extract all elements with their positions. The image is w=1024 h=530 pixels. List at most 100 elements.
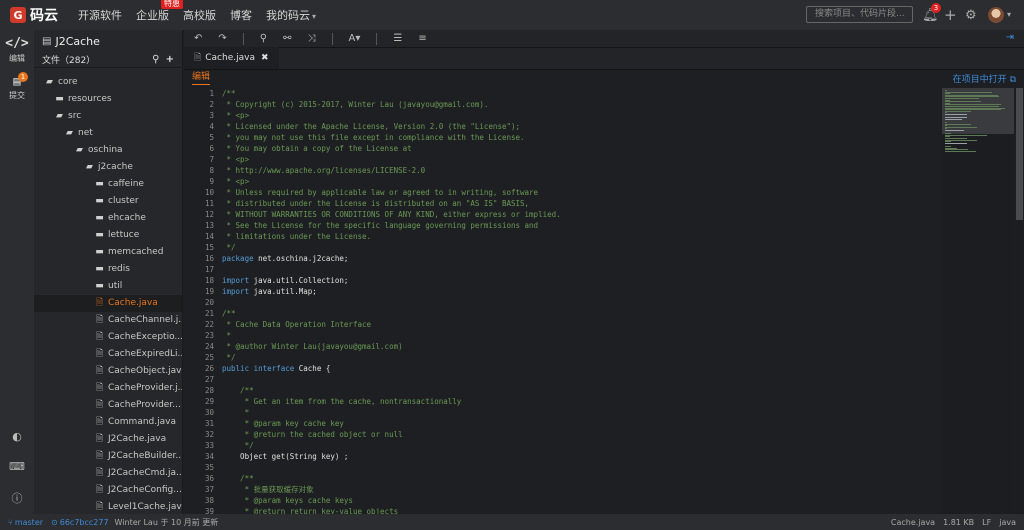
tree-folder-item[interactable]: ▬ ehcache [34,210,182,227]
tree-folder-item[interactable]: ▰ src [34,108,182,125]
code-line[interactable]: * WITHOUT WARRANTIES OR CONDITIONS OF AN… [222,209,932,220]
tree-folder-item[interactable]: ▰ core [34,74,182,91]
code-line[interactable]: * @param key cache key [222,418,932,429]
status-language[interactable]: java [999,518,1016,527]
info-icon[interactable]: ⓘ [0,490,34,506]
code-line[interactable]: /** [222,308,932,319]
search-icon[interactable]: ⚲ [152,54,159,65]
nav-item[interactable]: 我的码云 ▾ [266,7,316,23]
nav-item[interactable]: 高校版 [183,7,216,23]
tree-file-item[interactable]: 🗎︎ CacheProvider... [34,397,182,414]
tree-file-item[interactable]: 🗎︎ Level1Cache.java [34,499,182,514]
tree-folder-item[interactable]: ▬ cluster [34,193,182,210]
minimap[interactable] [942,88,1014,514]
code-line[interactable]: * you may not use this file except in co… [222,132,932,143]
tree-folder-item[interactable]: ▬ redis [34,261,182,278]
nav-item[interactable]: 博客 [230,7,252,23]
redo-icon[interactable]: ↷ [218,33,226,44]
code-line[interactable] [222,264,932,275]
tree-file-item[interactable]: 🗎︎ J2CacheBuilder... [34,448,182,465]
code-line[interactable]: * <p> [222,110,932,121]
fullscreen-exit-icon[interactable]: ⇥ [1006,32,1014,43]
branch-name[interactable]: master [15,518,43,527]
font-size-icon[interactable]: A▾ [349,33,361,44]
tree-file-item[interactable]: 🗎︎ J2CacheCmd.ja... [34,465,182,482]
add-file-icon[interactable]: + [166,54,174,65]
code-line[interactable] [222,374,932,385]
tree-file-item[interactable]: 🗎︎ CacheExpiredLi... [34,346,182,363]
code-line[interactable]: * Cache Data Operation Interface [222,319,932,330]
tree-folder-item[interactable]: ▬ lettuce [34,227,182,244]
code-line[interactable]: * <p> [222,176,932,187]
activity-edit[interactable]: </> 编辑 [0,36,34,64]
keyboard-icon[interactable]: ⌨ [0,460,34,473]
status-line-ending[interactable]: LF [982,518,991,527]
code-line[interactable]: * <p> [222,154,932,165]
code-line[interactable]: Object get(String key) ; [222,451,932,462]
scrollbar-thumb[interactable] [1016,88,1023,220]
code-line[interactable]: * Get an item from the cache, nontransac… [222,396,932,407]
tree-folder-item[interactable]: ▬ resources [34,91,182,108]
tab-edit-mode[interactable]: 编辑 [192,71,211,85]
code-line[interactable]: * @param keys cache keys [222,495,932,506]
tree-folder-item[interactable]: ▬ caffeine [34,176,182,193]
code-line[interactable]: import java.util.Map; [222,286,932,297]
code-line[interactable]: * distributed under the License is distr… [222,198,932,209]
search-input[interactable]: 搜索项目、代码片段... [806,6,913,23]
chevron-down-icon[interactable]: ▾ [1007,10,1011,19]
code-line[interactable]: * Unless required by applicable law or a… [222,187,932,198]
open-in-project-link[interactable]: 在项目中打开 ⧉ [953,72,1016,85]
tree-file-item[interactable]: 🗎︎ CacheObject.java [34,363,182,380]
close-icon[interactable]: ✖ [261,47,269,69]
code-line[interactable] [222,297,932,308]
tree-file-item[interactable]: 🗎︎ Cache.java [34,295,182,312]
nav-item[interactable]: 开源软件 [78,7,122,23]
code-line[interactable]: /** [222,473,932,484]
tree-file-item[interactable]: 🗎︎ CacheProvider.j... [34,380,182,397]
code-line[interactable]: * limitations under the License. [222,231,932,242]
code-content[interactable]: /** * Copyright (c) 2015-2017, Winter La… [222,88,932,514]
tree-file-item[interactable]: 🗎︎ Command.java [34,414,182,431]
code-line[interactable]: * @return return key-value objects [222,506,932,514]
tree-folder-item[interactable]: ▰ net [34,125,182,142]
tree-folder-item[interactable]: ▰ oschina [34,142,182,159]
code-line[interactable]: * 批量获取缓存对象 [222,484,932,495]
search-icon[interactable]: ⚲ [260,33,267,44]
code-line[interactable]: * You may obtain a copy of the License a… [222,143,932,154]
tree-file-item[interactable]: 🗎︎ CacheChannel.j... [34,312,182,329]
list-icon[interactable]: ☰ [393,33,402,44]
code-line[interactable]: * @author Winter Lau(javayou@gmail.com) [222,341,932,352]
activity-commit[interactable]: ▤ 提交 [0,74,34,101]
code-line[interactable]: * [222,330,932,341]
code-line[interactable]: /** [222,88,932,99]
tree-file-item[interactable]: 🗎︎ J2CacheConfig... [34,482,182,499]
code-line[interactable]: */ [222,242,932,253]
code-line[interactable]: /** [222,385,932,396]
shuffle-icon[interactable]: ⤨ [308,33,316,44]
gear-icon[interactable]: ⚙ [965,0,977,30]
user-avatar[interactable] [988,7,1004,23]
code-line[interactable]: * See the License for the specific langu… [222,220,932,231]
tree-file-item[interactable]: 🗎︎ J2Cache.java [34,431,182,448]
plus-icon[interactable]: + [944,0,957,30]
code-line[interactable]: import java.util.Collection; [222,275,932,286]
code-line[interactable]: * http://www.apache.org/licenses/LICENSE… [222,165,932,176]
code-line[interactable]: * Licensed under the Apache License, Ver… [222,121,932,132]
tree-folder-item[interactable]: ▰ j2cache [34,159,182,176]
vertical-scrollbar[interactable] [1015,88,1024,514]
code-line[interactable]: * Copyright (c) 2015-2017, Winter Lau (j… [222,99,932,110]
tree-folder-item[interactable]: ▬ memcached [34,244,182,261]
tab-cache-java[interactable]: 🗎︎ Cache.java ✖ [184,47,279,69]
code-line[interactable]: * @return the cached object or null [222,429,932,440]
tree-file-item[interactable]: 🗎︎ CacheExceptio... [34,329,182,346]
code-line[interactable] [222,462,932,473]
brand-logo[interactable]: G 码云 [0,5,70,25]
find-replace-icon[interactable]: ⚯ [283,33,291,44]
code-line[interactable]: */ [222,440,932,451]
code-line[interactable]: * [222,407,932,418]
nav-item[interactable]: 企业版 特惠 [136,0,183,23]
undo-icon[interactable]: ↶ [194,33,202,44]
code-line[interactable]: public interface Cache { [222,363,932,374]
code-area[interactable]: 1 2 3 4 5 6 7 8 9 10 11 12 13 14 15 16 17 18 19 20 21 22 23 24 2… [184,88,1024,514]
palette-icon[interactable]: ◐ [0,430,34,443]
